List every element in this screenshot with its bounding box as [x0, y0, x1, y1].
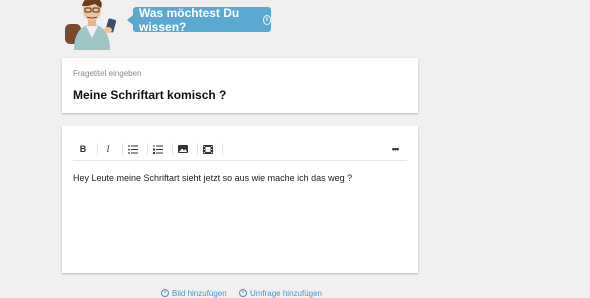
insert-video-button[interactable] — [200, 142, 216, 156]
toolbar-divider — [97, 143, 98, 155]
question-title-input[interactable]: Meine Schriftart komisch ? — [73, 88, 403, 102]
info-icon[interactable]: i — [262, 14, 271, 25]
italic-button[interactable]: I — [100, 142, 116, 156]
italic-icon: I — [106, 144, 110, 154]
ask-prompt-bubble: Was möchtest Du wissen? i — [127, 5, 271, 34]
question-title-card: Fragetitel eingeben Meine Schriftart kom… — [62, 58, 418, 113]
bold-button[interactable]: B — [75, 142, 91, 156]
toolbar-divider — [197, 143, 198, 155]
toolbar-divider — [122, 143, 123, 155]
numbered-list-button[interactable] — [150, 142, 166, 156]
add-circle-icon: + — [238, 289, 247, 297]
bullet-list-button[interactable] — [125, 142, 141, 156]
image-icon — [178, 145, 188, 153]
editor-toolbar: B I ••• — [73, 140, 407, 161]
video-icon — [203, 144, 213, 154]
more-options-button[interactable]: ••• — [387, 142, 403, 156]
add-poll-label: Umfrage hinzufügen — [249, 288, 322, 298]
question-title-label: Fragetitel eingeben — [73, 69, 142, 78]
question-body-text[interactable]: Hey Leute meine Schriftart sieht jetzt s… — [73, 173, 403, 183]
toolbar-divider — [222, 143, 223, 155]
add-actions: + Bild hinzufügen + Umfrage hinzufügen — [161, 287, 332, 298]
add-image-label: Bild hinzufügen — [172, 288, 227, 298]
more-icon: ••• — [391, 144, 400, 154]
insert-image-button[interactable] — [175, 142, 191, 156]
add-image-link[interactable]: + Bild hinzufügen — [161, 289, 227, 298]
bold-icon: B — [79, 144, 87, 154]
add-circle-icon: + — [161, 289, 169, 297]
toolbar-divider — [147, 143, 148, 155]
ask-prompt-text: Was möchtest Du wissen? — [139, 5, 240, 34]
question-body-editor: B I ••• Hey Leute meine Schriftart sieht… — [62, 126, 418, 273]
toolbar-divider — [172, 143, 173, 155]
numbered-list-icon — [153, 144, 163, 154]
add-poll-link[interactable]: + Umfrage hinzufügen — [238, 288, 322, 298]
avatar — [62, 0, 122, 50]
bullet-list-icon — [128, 144, 138, 154]
